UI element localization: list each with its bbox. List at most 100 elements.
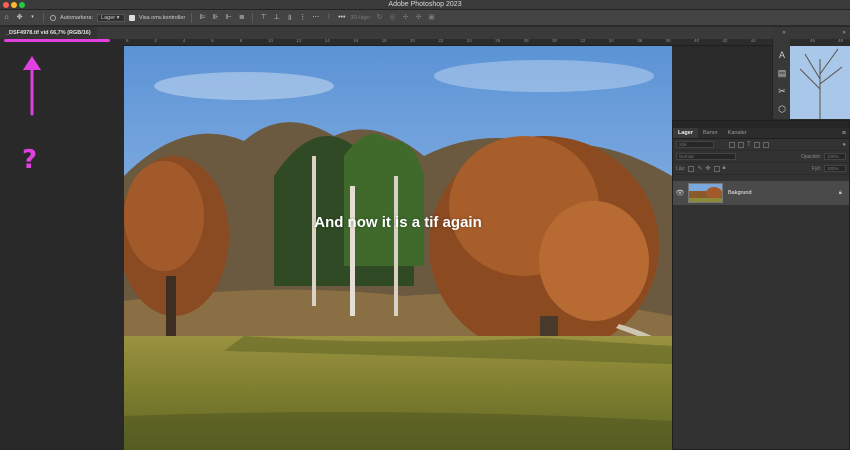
layers-panel: Lager Banor Kanaler ≡ Sök T ● Normal Opa…: [672, 120, 850, 450]
align-bottom-icon[interactable]: ⫫: [285, 13, 294, 22]
distribute-spacing-icon[interactable]: ⫶: [324, 13, 333, 22]
scissors-icon[interactable]: ✂: [773, 82, 791, 100]
second-ruler: 46 48: [790, 38, 850, 46]
auto-select-dropdown[interactable]: Lager ▾: [97, 13, 126, 22]
align-center-icon[interactable]: ⊪: [211, 13, 220, 22]
distribute-vertical-icon[interactable]: ⋮: [298, 13, 307, 22]
align-middle-icon[interactable]: ⊥: [272, 13, 281, 22]
filter-toggle-icon[interactable]: ●: [842, 142, 846, 148]
more-options-icon[interactable]: •••: [337, 13, 346, 22]
blend-mode-dropdown[interactable]: Normal: [676, 153, 736, 160]
3d-pan-icon[interactable]: ✢: [401, 13, 410, 22]
image-overlay-text: And now it is a tif again: [314, 214, 482, 231]
align-distribute-icon[interactable]: ≣: [237, 13, 246, 22]
lock-image-icon[interactable]: ✎: [697, 165, 702, 172]
photo-image: [124, 46, 672, 450]
ruler-tick: 26: [495, 38, 501, 43]
tab-paths[interactable]: Banor: [698, 128, 723, 138]
auto-select-checkbox[interactable]: [50, 14, 56, 21]
lock-transparent-icon[interactable]: [688, 165, 695, 172]
collapse-icon[interactable]: »: [840, 29, 848, 37]
fill-label: Fyll:: [811, 165, 821, 172]
align-right-icon[interactable]: ⊩: [224, 13, 233, 22]
tab-channels[interactable]: Kanaler: [723, 128, 752, 138]
ruler-tick: 18: [381, 38, 387, 43]
filter-shape-icon[interactable]: [753, 141, 760, 148]
ruler-tick: 6: [211, 38, 214, 43]
fill-input[interactable]: 100%: [824, 165, 846, 172]
tree-preview-image: [790, 39, 850, 119]
align-left-icon[interactable]: ⊫: [198, 13, 207, 22]
window-title: Adobe Photoshop 2023: [388, 1, 462, 8]
opacity-label: Opacitet:: [800, 153, 821, 160]
3d-mode-label: 3D-läge:: [350, 14, 372, 21]
home-icon[interactable]: ⌂: [2, 13, 11, 22]
divider: [252, 12, 254, 23]
eye-icon[interactable]: 👁︎: [673, 189, 687, 197]
lock-label: Lås:: [676, 165, 686, 172]
ruler-tick: 32: [580, 38, 586, 43]
collapse-panels-icon[interactable]: «: [780, 29, 788, 37]
show-transform-label: Visa omv.kontroller: [139, 14, 186, 21]
annotation-underline: [4, 39, 110, 42]
divider: [191, 12, 193, 23]
filter-adjustment-icon[interactable]: [738, 141, 744, 148]
lock-all-icon[interactable]: 🔒︎: [723, 165, 726, 172]
3d-slide-icon[interactable]: ✣: [414, 13, 423, 22]
ruler-tick: 16: [353, 38, 359, 43]
filter-smart-object-icon[interactable]: [762, 141, 769, 148]
distribute-horizontal-icon[interactable]: ⋯: [311, 13, 320, 22]
document-tab[interactable]: _DSF4978.tif vid 66,7% (RGB/16): [0, 27, 97, 39]
ruler-tick: 14: [324, 38, 330, 43]
ruler-tick: 24: [466, 38, 472, 43]
3d-roll-icon[interactable]: ◎: [388, 13, 397, 22]
panel-icon-strip: A ▤ ✂ ⬡: [772, 39, 790, 119]
layer-thumbnail: [688, 183, 723, 203]
annotation-arrow-icon: [23, 56, 41, 116]
layer-row[interactable]: 👁︎ Bakgrund 🔒︎: [673, 181, 849, 205]
layer-filter-row: Sök T ●: [673, 139, 849, 151]
lock-position-icon[interactable]: ✥: [705, 165, 710, 172]
blend-mode-value: Normal: [679, 154, 694, 159]
ruler-tick: 46: [810, 38, 816, 43]
3d-scale-icon[interactable]: ▣: [427, 13, 436, 22]
auto-select-label: Automarkera:: [60, 14, 94, 21]
character-style-icon[interactable]: A: [773, 46, 791, 64]
ruler-tick: 12: [296, 38, 302, 43]
chevron-down-icon[interactable]: ▾: [28, 13, 37, 22]
ruler-tick: 10: [268, 38, 274, 43]
ruler-tick: 30: [552, 38, 558, 43]
search-placeholder: Sök: [679, 142, 687, 147]
layer-search-input[interactable]: Sök: [676, 141, 714, 148]
tab-layers[interactable]: Lager: [673, 128, 698, 138]
ruler-tick: 36: [637, 38, 643, 43]
notes-icon[interactable]: ▤: [773, 64, 791, 82]
lock-icon: 🔒︎: [838, 189, 842, 196]
annotation-question-mark: ?: [22, 145, 38, 175]
layer-name: Bakgrund: [728, 190, 752, 196]
horizontal-ruler[interactable]: 6 2 4 6 8 10 12 14 16 18 20 22 24 26 28 30 32 34 36 38 40 42 4…: [124, 38, 784, 46]
options-bar: ⌂ ✥ ▾ Automarkera: Lager ▾ Visa omv.kont…: [0, 10, 850, 26]
ruler-tick: 48: [838, 38, 844, 43]
panel-tabs: Lager Banor Kanaler: [673, 128, 849, 139]
ruler-tick: 8: [239, 38, 243, 43]
opacity-input[interactable]: 100%: [824, 153, 846, 160]
ruler-tick: 38: [665, 38, 671, 43]
move-tool-icon[interactable]: ✥: [15, 13, 24, 22]
document-canvas[interactable]: And now it is a tif again: [124, 46, 672, 450]
3d-cube-icon[interactable]: ⬡: [773, 100, 791, 118]
second-document-preview[interactable]: [790, 39, 850, 119]
lock-artboard-icon[interactable]: [713, 165, 720, 172]
ruler-tick: 22: [438, 38, 444, 43]
opacity-value: 100%: [827, 154, 839, 159]
panel-header[interactable]: [673, 121, 849, 128]
show-transform-checkbox[interactable]: [129, 14, 136, 21]
3d-orbit-icon[interactable]: ↻: [375, 13, 384, 22]
ruler-tick: 20: [410, 38, 416, 43]
panel-menu-icon[interactable]: ≡: [842, 128, 846, 139]
fill-value: 100%: [827, 166, 839, 171]
filter-pixel-icon[interactable]: [729, 141, 735, 148]
align-top-icon[interactable]: ⊤: [259, 13, 268, 22]
filter-type-icon[interactable]: T: [747, 142, 751, 148]
lock-row: Lås: ✎ ✥ 🔒︎ Fyll: 100%: [673, 163, 849, 175]
